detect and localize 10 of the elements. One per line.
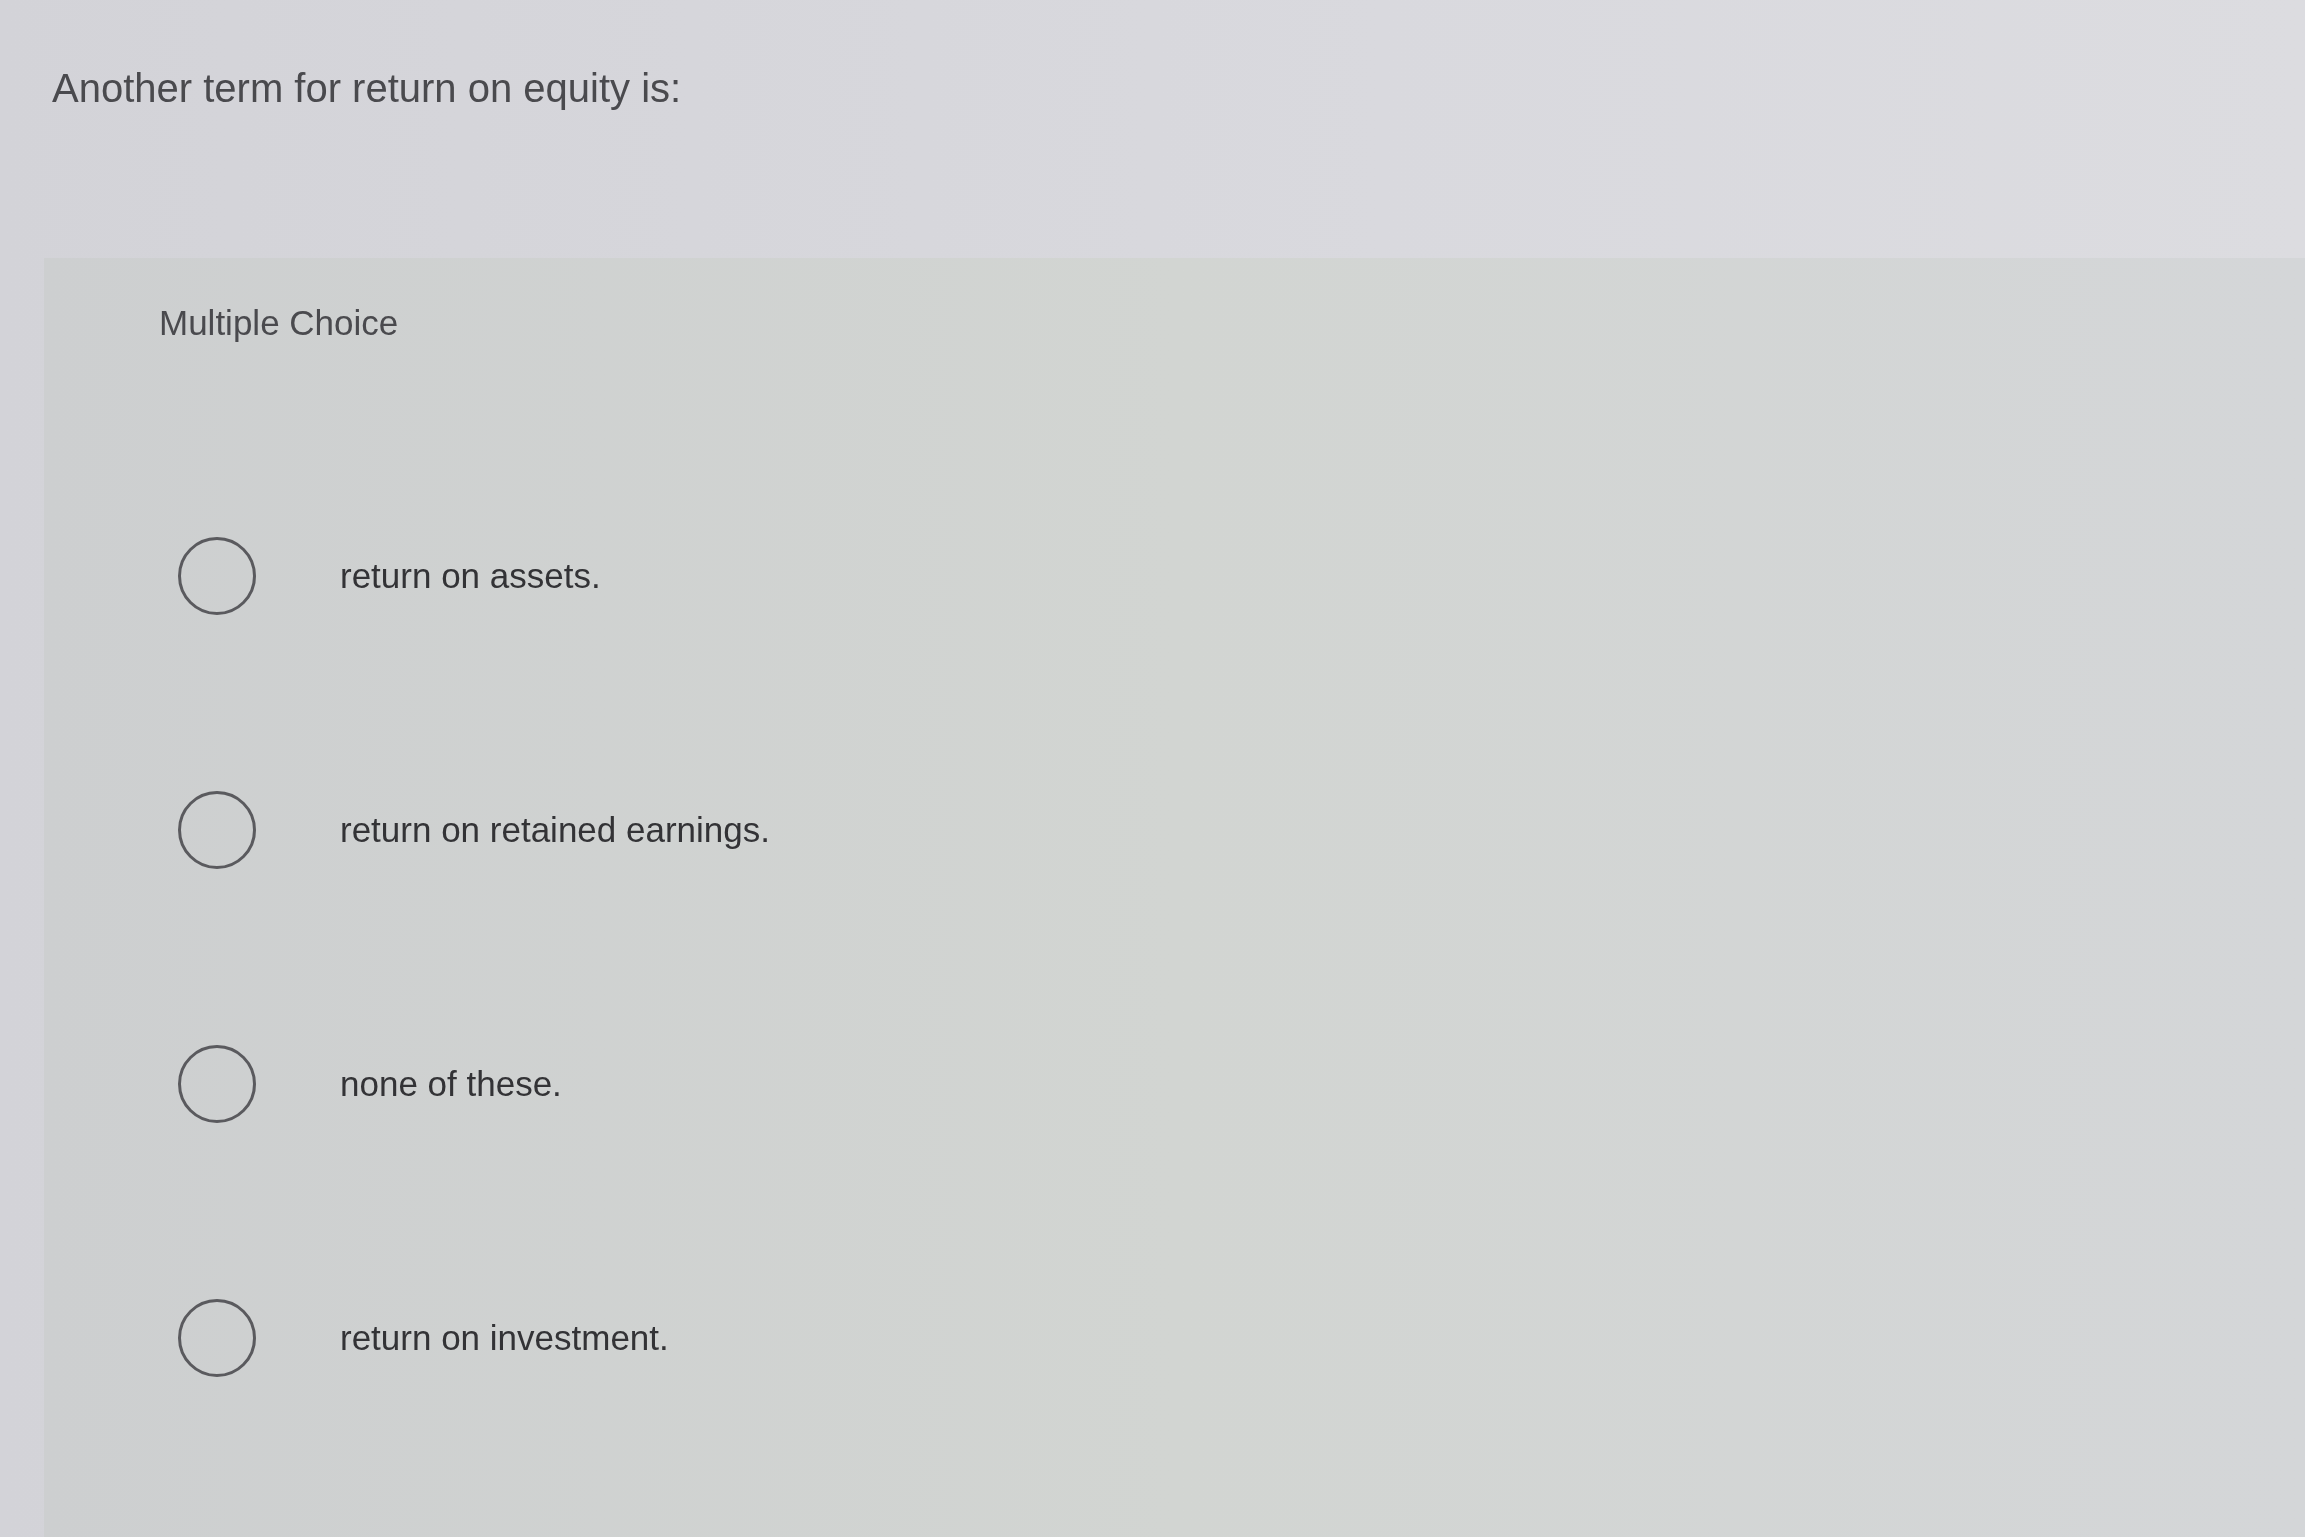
question-text: Another term for return on equity is:	[52, 66, 682, 110]
radio-button[interactable]	[178, 791, 256, 869]
option-label[interactable]: none of these.	[340, 1057, 562, 1111]
option-label[interactable]: return on investment.	[340, 1311, 669, 1365]
option-label[interactable]: return on assets.	[340, 549, 601, 603]
radio-button[interactable]	[178, 1045, 256, 1123]
option-label[interactable]: return on retained earnings.	[340, 803, 770, 857]
section-label: Multiple Choice	[159, 302, 399, 344]
radio-button[interactable]	[178, 537, 256, 615]
radio-button[interactable]	[178, 1299, 256, 1377]
